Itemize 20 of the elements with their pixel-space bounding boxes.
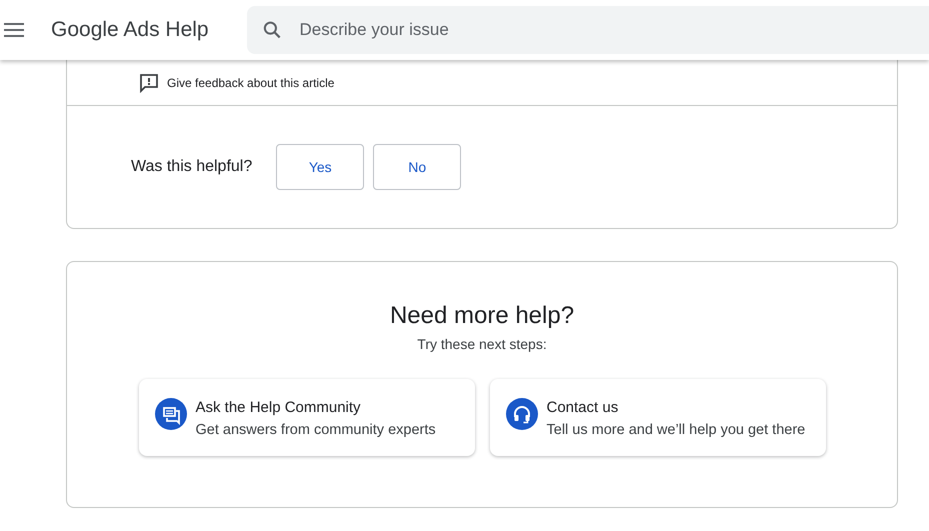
help-option-card[interactable]: Ask the Help Community Get answers from community experts xyxy=(138,379,474,456)
feedback-link[interactable]: Give feedback about this article xyxy=(167,74,334,92)
feedback-button[interactable]: No xyxy=(373,144,462,190)
headset-icon xyxy=(506,398,538,430)
menu-icon[interactable] xyxy=(4,23,24,37)
search-field[interactable]: Describe your issue xyxy=(298,16,929,44)
site-title[interactable]: Google Ads Help xyxy=(51,14,209,46)
search-icon xyxy=(263,20,282,40)
search-bar[interactable]: Describe your issue xyxy=(247,6,929,54)
section-subtitle: Try these next steps: xyxy=(417,335,547,354)
chat-icon xyxy=(154,398,186,430)
option-title: Ask the Help Community xyxy=(196,398,362,418)
option-description: Get answers from community experts xyxy=(196,420,436,440)
helpful-question: Was this helpful? xyxy=(131,157,252,177)
help-option-card[interactable]: Contact us Tell us more and we’ll help you get there xyxy=(490,379,826,456)
feedback-button[interactable]: Yes xyxy=(276,144,364,190)
option-description: Tell us more and we’ll help you get there xyxy=(546,420,806,440)
feedback-icon xyxy=(139,72,159,92)
section-title: Need more help? xyxy=(390,301,574,331)
option-title: Contact us xyxy=(546,398,620,418)
